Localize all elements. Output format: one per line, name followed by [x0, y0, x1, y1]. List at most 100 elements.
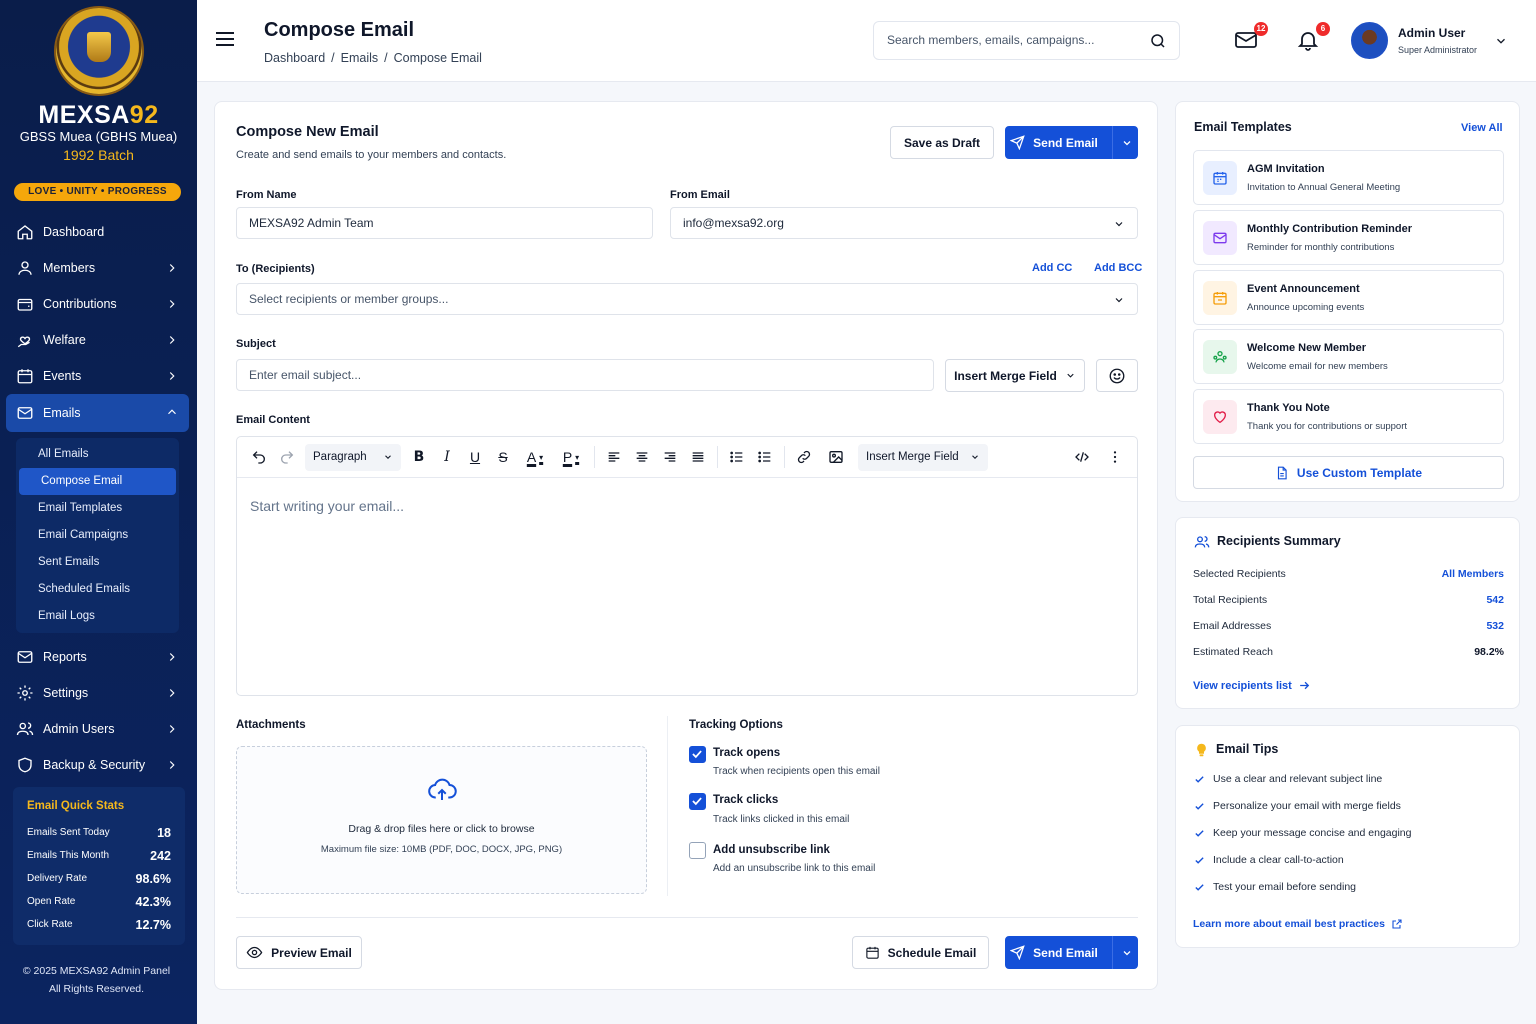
template-welcome-member[interactable]: Welcome New Member Welcome email for new… [1193, 329, 1504, 384]
breadcrumb-emails[interactable]: Emails [341, 51, 379, 65]
summary-label: Email Addresses [1193, 620, 1272, 632]
template-agm-invitation[interactable]: AGM Invitation Invitation to Annual Gene… [1193, 150, 1504, 205]
tip-item: Keep your message concise and engaging [1194, 827, 1411, 839]
align-left-icon[interactable] [600, 443, 628, 471]
learn-more-link[interactable]: Learn more about email best practices [1193, 918, 1403, 930]
submenu-email-logs[interactable]: Email Logs [16, 603, 179, 630]
sidebar-item-contributions[interactable]: Contributions [6, 286, 189, 322]
dropzone-text: Drag & drop files here or click to brows… [348, 823, 535, 835]
bold-icon[interactable]: B [405, 443, 433, 471]
strikethrough-icon[interactable]: S [489, 443, 517, 471]
chevron-right-icon [169, 725, 175, 733]
insert-merge-label: Insert Merge Field [954, 368, 1057, 383]
breadcrumb-dashboard[interactable]: Dashboard [264, 51, 325, 65]
chevron-down-icon[interactable] [1494, 34, 1508, 48]
highlight-color-icon[interactable]: P ▾ [553, 443, 589, 471]
align-justify-icon[interactable] [684, 443, 712, 471]
from-email-label: From Email [670, 189, 730, 201]
chevron-down-icon[interactable] [1121, 137, 1133, 149]
template-title: Thank You Note [1247, 402, 1330, 414]
stat-label: Delivery Rate [27, 873, 88, 884]
template-thank-you[interactable]: Thank You Note Thank you for contributio… [1193, 389, 1504, 444]
add-bcc-link[interactable]: Add BCC [1094, 262, 1142, 274]
sidebar-item-backup-security[interactable]: Backup & Security [6, 747, 189, 783]
insert-merge-field-button[interactable]: Insert Merge Field [945, 359, 1085, 392]
more-options-icon[interactable] [1101, 443, 1129, 471]
template-event-announcement[interactable]: Event Announcement Announce upcoming eve… [1193, 270, 1504, 325]
unsubscribe-title: Add unsubscribe link [713, 844, 830, 856]
sidebar-item-welfare[interactable]: Welfare [6, 322, 189, 358]
editor-placeholder[interactable]: Start writing your email... [250, 498, 404, 514]
track-opens-checkbox[interactable] [689, 746, 706, 763]
view-recipients-link[interactable]: View recipients list [1193, 679, 1311, 692]
submenu-email-campaigns[interactable]: Email Campaigns [16, 522, 179, 549]
submenu-all-emails[interactable]: All Emails [16, 441, 179, 468]
add-cc-link[interactable]: Add CC [1032, 262, 1072, 274]
sidebar-item-label: Backup & Security [43, 758, 146, 772]
preview-email-label: Preview Email [271, 945, 352, 960]
cloud-upload-icon [428, 778, 457, 800]
italic-icon[interactable]: I [433, 443, 461, 471]
recipients-summary-title: Recipients Summary [1217, 534, 1341, 548]
redo-icon[interactable] [273, 443, 301, 471]
paragraph-format-select[interactable]: Paragraph [305, 443, 401, 471]
schedule-email-button[interactable]: Schedule Email [852, 936, 989, 969]
gear-icon [16, 684, 34, 702]
send-email-button[interactable]: Send Email [1005, 126, 1138, 159]
sidebar-item-emails[interactable]: Emails [6, 394, 189, 432]
tip-text: Include a clear call-to-action [1213, 854, 1344, 866]
image-icon[interactable] [822, 443, 850, 471]
hamburger-menu-icon[interactable] [215, 31, 235, 47]
submenu-email-templates[interactable]: Email Templates [16, 495, 179, 522]
from-name-field[interactable]: MEXSA92 Admin Team [236, 207, 653, 239]
search-input[interactable] [887, 33, 1137, 47]
sidebar-item-admin-users[interactable]: Admin Users [6, 711, 189, 747]
search-icon[interactable] [1149, 32, 1167, 50]
editor-merge-field-select[interactable]: Insert Merge Field [858, 443, 988, 471]
send-email-bottom-button[interactable]: Send Email [1005, 936, 1138, 969]
text-color-icon[interactable]: A ▾ [517, 443, 553, 471]
submenu-scheduled-emails[interactable]: Scheduled Emails [16, 576, 179, 603]
submenu-sent-emails[interactable]: Sent Emails [16, 549, 179, 576]
ordered-list-icon[interactable] [723, 443, 751, 471]
notifications-button[interactable]: 6 [1296, 22, 1330, 54]
stat-label: Emails This Month [27, 850, 110, 861]
template-desc: Welcome email for new members [1247, 361, 1388, 372]
recipients-select[interactable]: Select recipients or member groups... [236, 283, 1138, 315]
template-monthly-reminder[interactable]: Monthly Contribution Reminder Reminder f… [1193, 210, 1504, 265]
sidebar-item-settings[interactable]: Settings [6, 675, 189, 711]
editor-merge-field-label: Insert Merge Field [866, 451, 959, 463]
code-view-icon[interactable] [1068, 443, 1096, 471]
from-email-select[interactable]: info@mexsa92.org [670, 207, 1138, 239]
preview-email-button[interactable]: Preview Email [236, 936, 362, 969]
mail-notification-button[interactable]: 12 [1234, 22, 1268, 54]
save-draft-button[interactable]: Save as Draft [890, 126, 994, 159]
sidebar-item-reports[interactable]: Reports [6, 639, 189, 675]
chevron-down-icon[interactable] [1121, 947, 1133, 959]
underline-icon[interactable]: U [461, 443, 489, 471]
link-icon[interactable] [790, 443, 818, 471]
sidebar-item-events[interactable]: Events [6, 358, 189, 394]
smiley-icon [1109, 368, 1125, 383]
compose-subtitle: Create and send emails to your members a… [236, 149, 507, 161]
sidebar-item-members[interactable]: Members [6, 250, 189, 286]
align-right-icon[interactable] [656, 443, 684, 471]
sidebar-item-label: Members [43, 261, 96, 275]
align-center-icon[interactable] [628, 443, 656, 471]
file-dropzone[interactable]: Drag & drop files here or click to brows… [236, 746, 647, 894]
button-divider [1111, 936, 1113, 969]
subject-input[interactable]: Enter email subject... [236, 359, 934, 391]
tip-item: Test your email before sending [1194, 881, 1356, 893]
unsubscribe-checkbox[interactable] [689, 842, 706, 859]
bullet-list-icon[interactable] [751, 443, 779, 471]
use-custom-template-button[interactable]: Use Custom Template [1193, 456, 1504, 489]
user-name[interactable]: Admin User [1398, 26, 1465, 40]
emoji-button[interactable] [1096, 359, 1138, 392]
track-clicks-checkbox[interactable] [689, 793, 706, 810]
track-opens-title: Track opens [713, 747, 781, 759]
avatar[interactable] [1351, 22, 1388, 59]
view-all-templates-link[interactable]: View All [1461, 122, 1503, 134]
sidebar-item-dashboard[interactable]: Dashboard [6, 214, 189, 250]
undo-icon[interactable] [245, 443, 273, 471]
submenu-compose-email[interactable]: Compose Email [19, 468, 176, 495]
